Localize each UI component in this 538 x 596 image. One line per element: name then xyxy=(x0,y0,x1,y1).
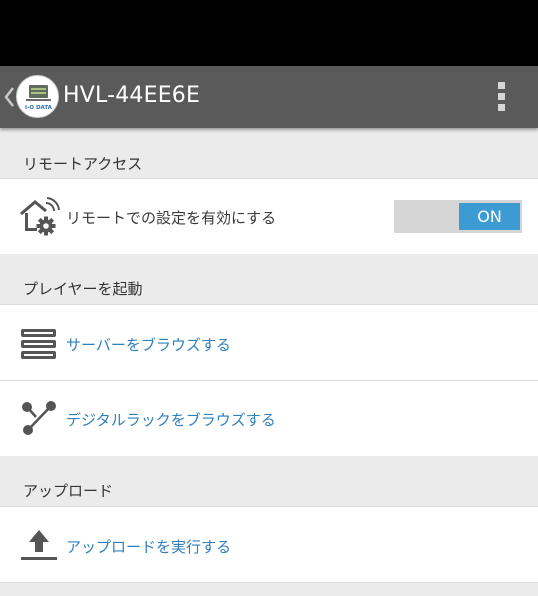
status-bar xyxy=(0,0,538,66)
share-nodes-icon xyxy=(22,401,56,435)
section-header-upload: アップロード xyxy=(0,456,538,506)
remote-settings-label: リモートでの設定を有効にする xyxy=(66,209,277,227)
browse-digital-rack-label: デジタルラックをブラウズする xyxy=(66,411,276,429)
section-header-label: プレイヤーを起動 xyxy=(23,280,143,298)
list-item-browse-digital-rack[interactable]: デジタルラックをブラウズする xyxy=(0,380,538,456)
action-bar: I-O DATA HVL-44EE6E xyxy=(0,66,538,128)
upload-icon xyxy=(21,530,57,560)
nas-device-icon: I-O DATA xyxy=(25,85,53,111)
up-caret-icon[interactable] xyxy=(3,86,15,108)
list-item-run-upload[interactable]: アップロードを実行する xyxy=(0,506,538,582)
section-header-label: リモートアクセス xyxy=(23,155,143,173)
page-title: HVL-44EE6E xyxy=(63,83,201,108)
list-item-browse-server[interactable]: サーバーをブラウズする xyxy=(0,304,538,380)
list-item-remote-settings[interactable]: リモートでの設定を有効にする ON xyxy=(0,178,538,254)
remote-settings-icon xyxy=(20,197,60,236)
logo-text: I-O DATA xyxy=(25,105,53,111)
toggle-on-label: ON xyxy=(459,203,520,230)
app-logo[interactable]: I-O DATA xyxy=(16,75,59,118)
section-header-launch-player: プレイヤーを起動 xyxy=(0,254,538,304)
section-header-remote-access: リモートアクセス xyxy=(0,128,538,178)
remote-access-toggle[interactable]: ON xyxy=(394,200,522,233)
run-upload-label: アップロードを実行する xyxy=(66,538,232,556)
server-icon xyxy=(21,329,56,359)
overflow-menu-button[interactable] xyxy=(488,78,516,116)
list-bottom-divider xyxy=(0,582,538,596)
browse-server-label: サーバーをブラウズする xyxy=(66,336,231,354)
section-header-label: アップロード xyxy=(23,482,114,500)
